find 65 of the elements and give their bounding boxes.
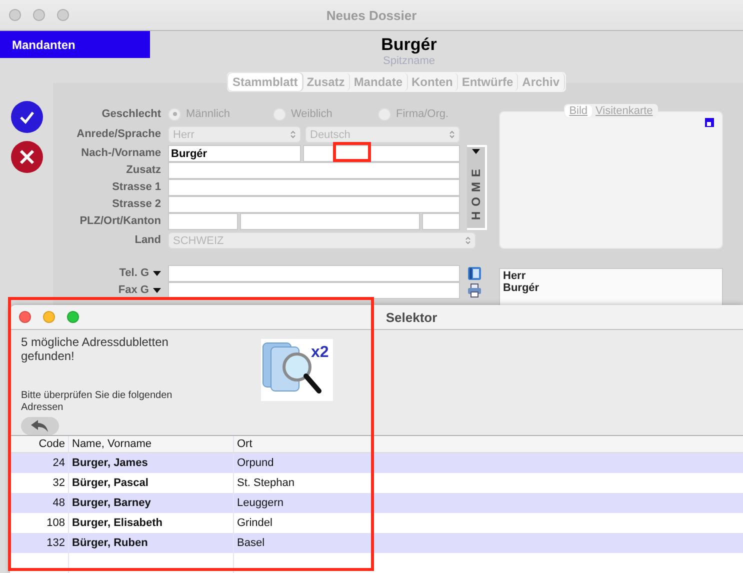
stepper-icon xyxy=(465,236,471,245)
zoom-button[interactable] xyxy=(57,9,69,21)
field-label: Land xyxy=(134,233,161,248)
table-row[interactable]: 132 Bürger, Ruben Basel xyxy=(10,533,743,553)
tab[interactable]: Bild xyxy=(565,105,592,117)
highlight-frame xyxy=(333,142,371,162)
caret-icon[interactable] xyxy=(153,271,161,276)
close-button[interactable] xyxy=(19,311,31,323)
phone-type-label[interactable]: Tel. G xyxy=(46,265,161,282)
table-cell-text: 48 xyxy=(52,496,66,511)
confirm-button[interactable] xyxy=(10,101,42,133)
back-arrow-icon xyxy=(30,419,50,433)
table-cell-text: 108 xyxy=(46,516,66,531)
phone-icon[interactable] xyxy=(467,266,482,281)
first-name-field[interactable] xyxy=(303,145,460,162)
stepper-icon xyxy=(290,130,296,139)
field-label: Strasse 2 xyxy=(111,197,161,212)
zip-field[interactable] xyxy=(168,213,238,230)
minimize-button[interactable] xyxy=(43,311,55,323)
radio-label: Firma/Org. xyxy=(396,108,449,120)
caret-icon[interactable] xyxy=(153,288,161,293)
table-cell-text: 132 xyxy=(46,536,66,551)
window-title: Selektor xyxy=(386,310,438,324)
field-label: Anrede/Sprache xyxy=(76,127,161,142)
input-field[interactable] xyxy=(168,265,460,282)
stepper-icon xyxy=(449,130,455,139)
radio-button[interactable] xyxy=(168,108,181,120)
radio-label: Männlich xyxy=(186,108,230,120)
field-label: Nach-/Vorname xyxy=(80,146,161,161)
phone-type-label[interactable]: Fax G xyxy=(46,282,161,299)
sidebar-header[interactable]: Mandanten xyxy=(0,31,150,58)
table-row[interactable]: 48 Burger, Barney Leuggern xyxy=(10,493,743,513)
table-cell-text: 24 xyxy=(52,456,66,471)
column-header[interactable]: Ort xyxy=(233,436,743,452)
printer-icon[interactable] xyxy=(467,283,482,298)
close-button[interactable] xyxy=(9,9,21,21)
result-message: 5 mögliche Adressdubletten gefunden! xyxy=(21,335,170,363)
input-field[interactable] xyxy=(168,179,460,196)
field-label: Geschlecht xyxy=(100,107,161,122)
back-button[interactable] xyxy=(21,417,59,435)
input-field[interactable] xyxy=(168,162,460,179)
close-icon xyxy=(18,149,34,165)
column-header[interactable]: Code xyxy=(10,436,68,452)
cancel-button[interactable] xyxy=(10,141,42,173)
table-cell-text: 32 xyxy=(52,476,66,491)
dossier-name: Burgér xyxy=(381,35,437,55)
duplicate-search-icon: x2 xyxy=(261,339,333,401)
canton-field[interactable] xyxy=(422,213,460,230)
input-field[interactable] xyxy=(168,282,460,299)
caret-icon[interactable] xyxy=(472,149,480,154)
table-row[interactable]: 24 Burger, James Orpund xyxy=(10,453,743,473)
instruction-text: Bitte überprüfen Sie die folgenden Adressen xyxy=(21,390,174,414)
field-label: PLZ/Ort/Kanton xyxy=(78,214,161,229)
zoom-button[interactable] xyxy=(67,311,79,323)
field-label: Strasse 1 xyxy=(111,180,161,195)
field-label: Zusatz xyxy=(125,163,161,178)
corner-icon[interactable] xyxy=(705,118,714,127)
window-title: Neues Dossier xyxy=(326,8,417,22)
input-field[interactable] xyxy=(168,196,460,213)
last-name-field[interactable]: Burgér xyxy=(168,145,301,162)
tab[interactable]: Stammblatt xyxy=(228,73,303,91)
radio-label: Weiblich xyxy=(291,108,332,120)
city-field[interactable] xyxy=(240,213,420,230)
column-header[interactable]: Name, Vorname xyxy=(68,436,233,452)
minimize-button[interactable] xyxy=(33,9,45,21)
